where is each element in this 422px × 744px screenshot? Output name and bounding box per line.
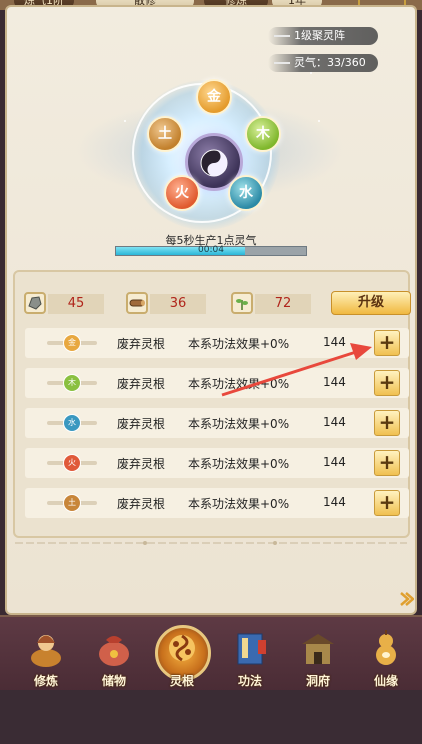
nav-fate[interactable]: 仙缘 (356, 628, 416, 690)
wood-element-icon[interactable]: 木 (245, 116, 281, 152)
root-cost: 144 (323, 415, 346, 429)
sparkle (124, 120, 126, 122)
root-cost: 144 (323, 455, 346, 469)
nav-label: 修炼 (33, 674, 58, 688)
stone-value: 45 (48, 294, 104, 314)
spirit-root-icon (169, 634, 195, 662)
nav-storage[interactable]: 储物 (84, 628, 144, 690)
screen: 炼气1阶 散修 修炼 1年 1级聚灵阵 灵气：33/360 金 木 水 火 土 … (0, 0, 422, 744)
wood-log-icon (126, 292, 148, 314)
root-effect: 本系功法效果+0% (188, 377, 290, 391)
resource-herb: 72 (231, 292, 321, 316)
root-effect: 本系功法效果+0% (188, 457, 290, 471)
root-row: 水 废弃灵根 本系功法效果+0% 144 + (25, 408, 409, 438)
water-element-icon: 水 (63, 414, 81, 432)
nav-spirit-root[interactable]: 灵根 (152, 628, 212, 690)
nav-cultivate[interactable]: 修炼 (16, 628, 76, 690)
monk-icon (31, 635, 61, 667)
water-element-icon[interactable]: 水 (228, 175, 264, 211)
add-button[interactable]: + (374, 450, 400, 476)
root-effect: 本系功法效果+0% (188, 497, 290, 511)
nav-cave[interactable]: 洞府 (288, 628, 348, 690)
scroll-book-icon (237, 633, 266, 665)
production-progress: 00:04 (115, 245, 307, 256)
resource-wood: 36 (126, 292, 216, 316)
root-row: 金 废弃灵根 本系功法效果+0% 144 + (25, 328, 409, 358)
upgrade-button[interactable]: 升级 (331, 291, 411, 315)
dash-decoration (274, 35, 290, 37)
root-effect: 本系功法效果+0% (188, 337, 290, 351)
nav-label: 灵根 (169, 674, 194, 688)
bottom-blank-area (0, 690, 422, 744)
root-row: 木 废弃灵根 本系功法效果+0% 144 + (25, 368, 409, 398)
spirit-array: 金 木 水 火 土 (75, 60, 345, 250)
fire-element-icon[interactable]: 火 (164, 175, 200, 211)
array-level-pill: 1级聚灵阵 (268, 27, 378, 45)
yin-yang-icon (200, 149, 228, 177)
array-level-label: 1级聚灵阵 (294, 29, 345, 42)
nav-techniques[interactable]: 功法 (220, 628, 280, 690)
add-button[interactable]: + (374, 490, 400, 516)
resource-stone: 45 (24, 292, 114, 316)
nav-label: 仙缘 (373, 674, 398, 688)
root-name: 废弃灵根 (117, 457, 166, 471)
cave-house-icon (302, 634, 334, 664)
chevron-right-icon[interactable] (398, 590, 414, 608)
root-row: 土 废弃灵根 本系功法效果+0% 144 + (25, 488, 409, 518)
wood-value: 36 (150, 294, 206, 314)
add-button[interactable]: + (374, 410, 400, 436)
root-effect: 本系功法效果+0% (188, 417, 290, 431)
root-name: 废弃灵根 (117, 417, 166, 431)
earth-element-icon: 土 (63, 494, 81, 512)
progress-timer: 00:04 (198, 245, 224, 255)
gourd-icon (376, 630, 396, 665)
wood-element-icon: 木 (63, 374, 81, 392)
root-name: 废弃灵根 (117, 497, 166, 511)
fire-element-icon: 火 (63, 454, 81, 472)
gold-element-icon[interactable]: 金 (196, 79, 232, 115)
root-name: 废弃灵根 (117, 377, 166, 391)
root-cost: 144 (323, 375, 346, 389)
divider (15, 541, 407, 545)
gold-element-icon: 金 (63, 334, 81, 352)
stone-icon (24, 292, 46, 314)
root-cost: 144 (323, 335, 346, 349)
sparkle (318, 120, 320, 122)
add-button[interactable]: + (374, 370, 400, 396)
herb-icon (231, 292, 253, 314)
sparkle (310, 72, 312, 74)
nav-label: 储物 (101, 674, 126, 688)
add-button[interactable]: + (374, 330, 400, 356)
nav-label: 功法 (237, 674, 262, 688)
bag-icon (99, 636, 129, 666)
earth-element-icon[interactable]: 土 (147, 116, 183, 152)
root-cost: 144 (323, 495, 346, 509)
root-name: 废弃灵根 (117, 337, 166, 351)
root-row: 火 废弃灵根 本系功法效果+0% 144 + (25, 448, 409, 478)
nav-label: 洞府 (305, 674, 330, 688)
herb-value: 72 (255, 294, 311, 314)
